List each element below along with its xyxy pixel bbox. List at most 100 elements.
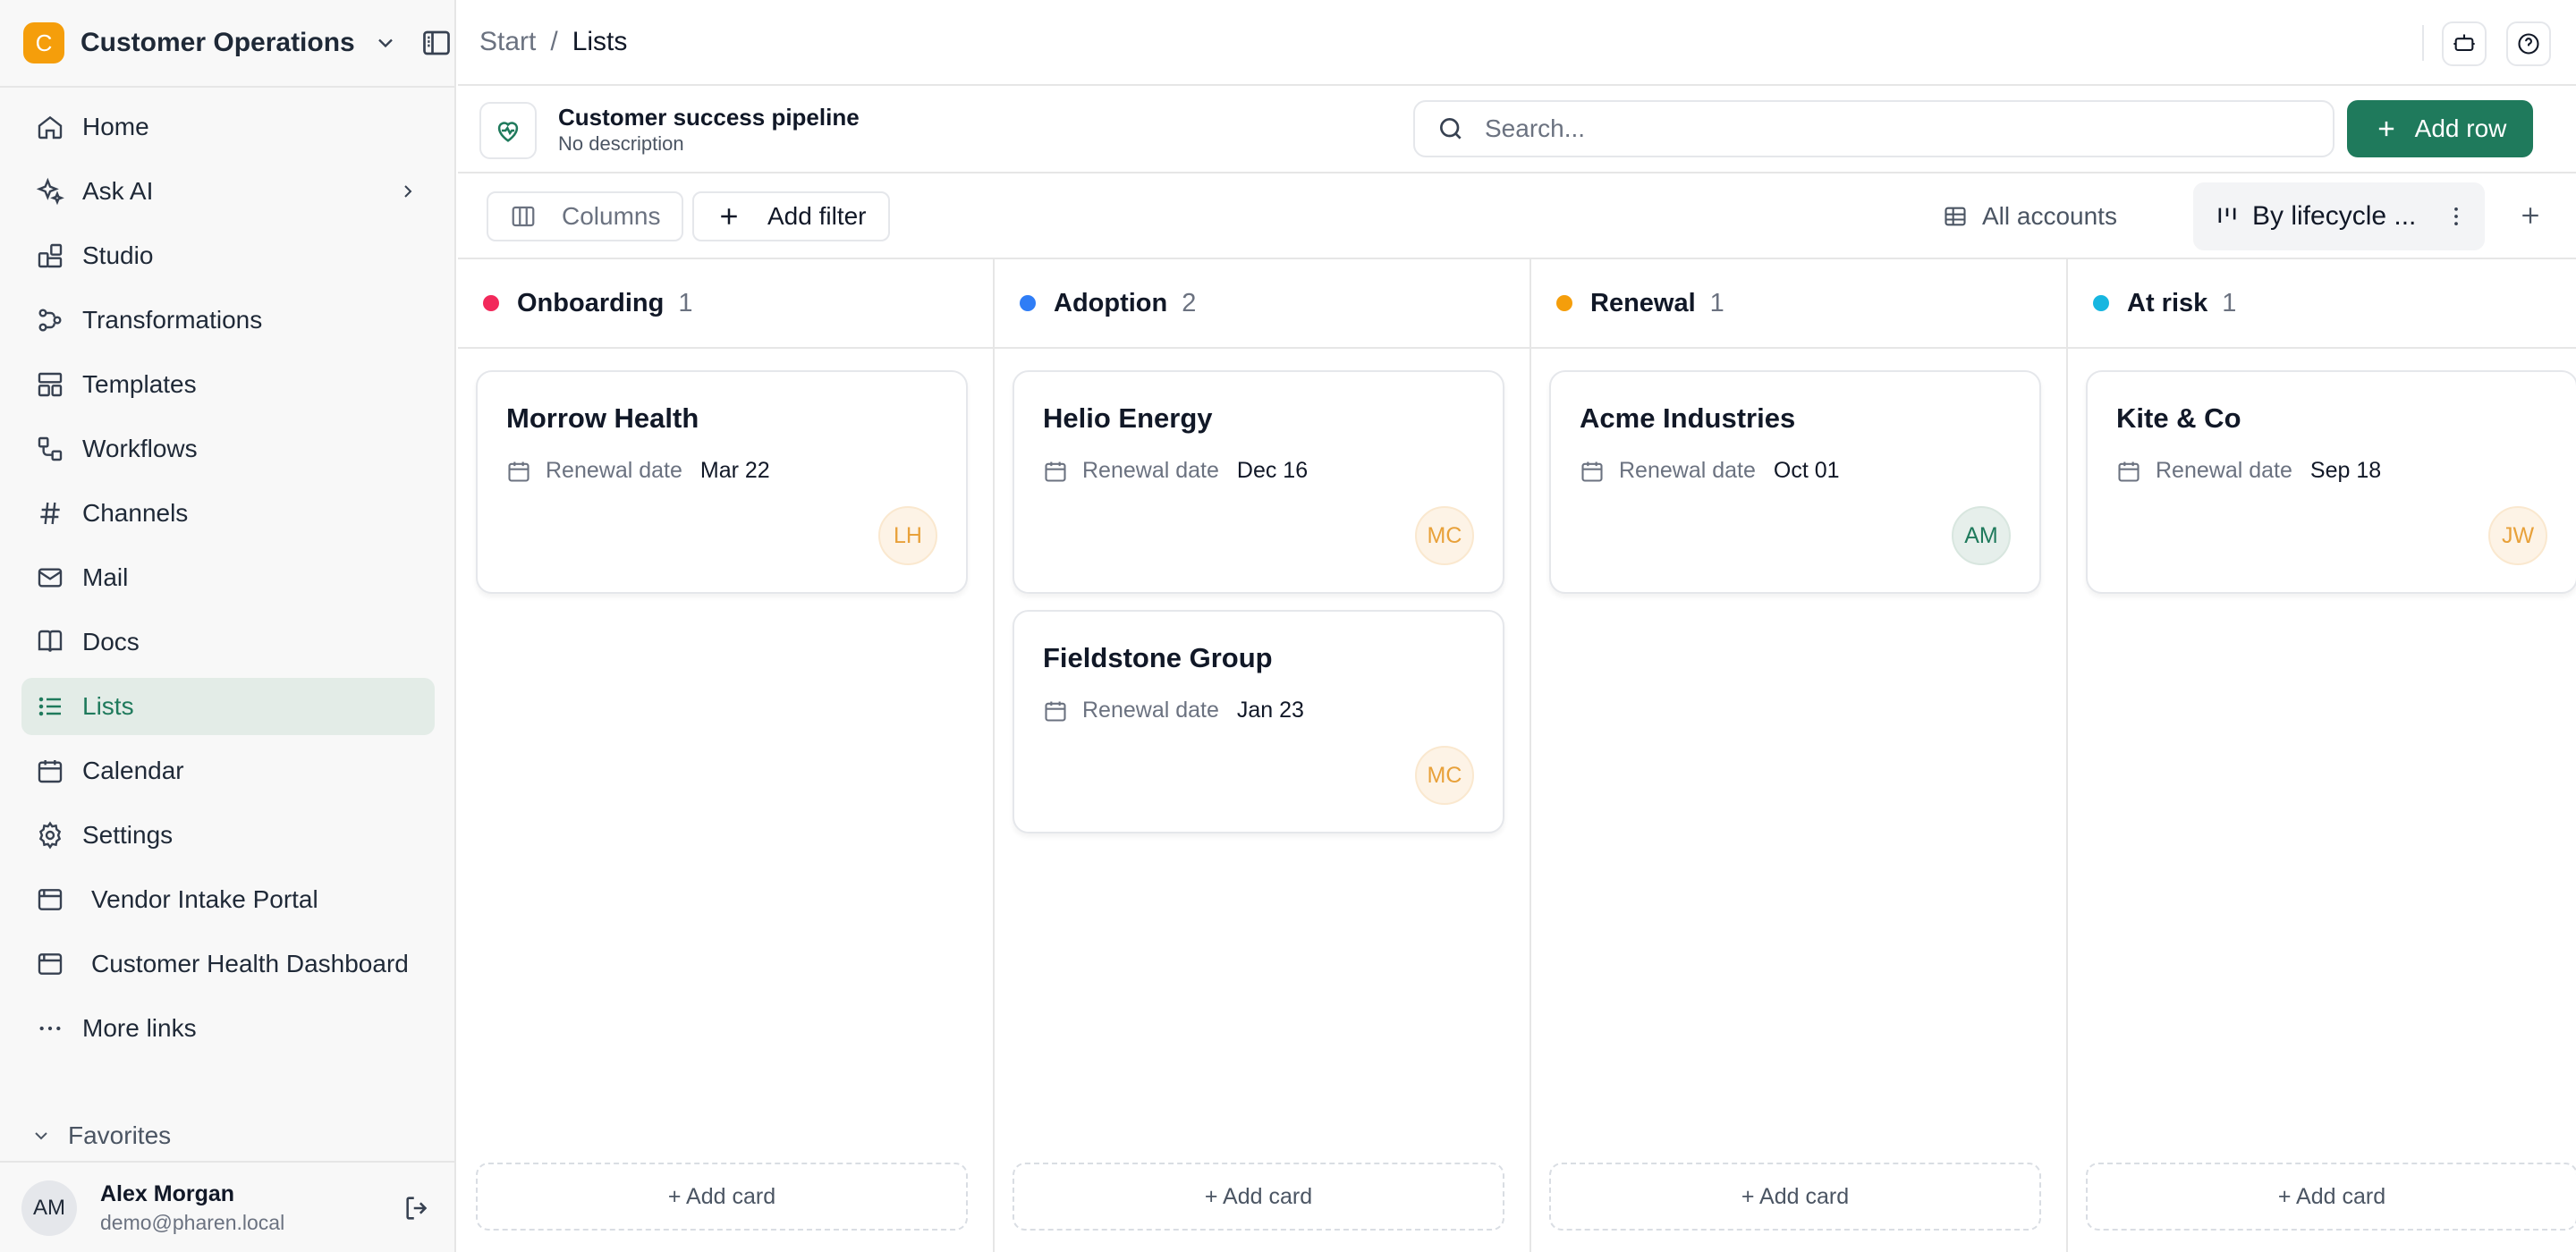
user-name: Alex Morgan [100,1181,235,1206]
sidebar-item-docs[interactable]: Docs [21,613,435,671]
sidebar-item-settings[interactable]: Settings [21,807,435,864]
calendar-icon [1581,461,1603,482]
logout-icon[interactable] [402,1193,433,1223]
view-tab-all-accounts[interactable]: All accounts [1943,195,2117,238]
more-vertical-icon[interactable] [2444,204,2469,229]
help-icon [2518,33,2539,55]
card-meta-value: Sep 18 [2309,458,2382,483]
card-meta-label: Renewal date [1082,698,1219,723]
card-meta-value: Oct 01 [1773,458,1840,483]
avatar[interactable]: AM [21,1180,77,1236]
sidebar-item-label: Settings [82,821,174,849]
sidebar-item-ask-ai[interactable]: Ask AI [21,163,435,220]
card-title: Fieldstone Group [1043,642,1273,673]
card-meta-value: Mar 22 [699,458,770,483]
card-title: Morrow Health [506,402,699,434]
plus-icon [721,208,737,224]
avatar: MC [1415,506,1474,565]
divider [0,86,456,88]
column-count: 1 [1709,288,1724,317]
user-profile: AM Alex Morgan demo@pharen.local [21,1179,433,1238]
sidebar-item-more-links[interactable]: More links [21,1000,435,1057]
sidebar-item-label: Templates [82,370,197,398]
favorites-section-toggle[interactable]: Favorites [30,1121,171,1150]
calendar-icon [38,760,63,783]
add-card-button[interactable]: + Add card [2086,1163,2576,1231]
sidebar-item-channels[interactable]: Channels [21,485,435,542]
column-header: Adoption 2 [995,259,1530,349]
kanban-icon [2218,207,2236,223]
board-column-adoption: Adoption 2 Helio Energy Renewal date Dec… [995,259,1531,1252]
list-title: Customer success pipeline [558,104,860,131]
avatar: MC [1415,746,1474,805]
sidebar-item-label: More links [82,1014,197,1042]
board-card[interactable]: Helio Energy Renewal date Dec 16 MC [1013,370,1504,594]
app-window-icon [38,889,63,910]
board-card[interactable]: Acme Industries Renewal date Oct 01 AM [1549,370,2041,594]
help-button[interactable] [2506,21,2551,66]
sidebar: C Customer Operations Home Ask AI Studio [0,0,456,1252]
calendar-icon [2118,461,2140,482]
add-filter-button[interactable]: Add filter [692,191,890,241]
sidebar-item-templates[interactable]: Templates [21,356,435,413]
add-card-button[interactable]: + Add card [1549,1163,2041,1231]
card-meta-label: Renewal date [1619,458,1756,483]
card-title: Acme Industries [1580,402,1796,434]
sidebar-item-lists[interactable]: Lists [21,678,435,735]
breadcrumb: Start / Lists [479,27,627,57]
board-card[interactable]: Kite & Co Renewal date Sep 18 JW [2086,370,2576,594]
column-count: 2 [1182,288,1197,317]
sidebar-item-label: Customer Health Dashboard [91,950,409,977]
card-meta: Renewal date Sep 18 [2116,458,2381,484]
user-email: demo@pharen.local [100,1211,285,1234]
sidebar-item-mail[interactable]: Mail [21,549,435,606]
list-icon [38,697,61,716]
sidebar-toggle-icon[interactable] [420,27,453,59]
chevron-right-icon [404,185,412,198]
card-meta-value: Jan 23 [1236,698,1304,723]
column-name: Onboarding [517,288,665,317]
sidebar-item-home[interactable]: Home [21,98,435,156]
sidebar-item-customer-health-dashboard[interactable]: Customer Health Dashboard [21,935,435,993]
sidebar-item-transformations[interactable]: Transformations [21,292,435,349]
sidebar-item-label: Workflows [82,435,198,462]
column-count: 1 [678,288,693,317]
avatar: AM [1952,506,2011,565]
card-meta-label: Renewal date [1082,458,1219,483]
board-card[interactable]: Fieldstone Group Renewal date Jan 23 MC [1013,610,1504,833]
workflows-icon [38,436,63,461]
add-row-button[interactable]: Add row [2347,100,2533,157]
search-input[interactable] [1485,114,2290,143]
list-icon-button[interactable] [479,102,537,159]
book-icon [38,630,63,652]
list-description[interactable]: No description [558,132,684,156]
chevron-down-icon [377,38,393,48]
list-toolbar: Columns Add filter All accounts By lifec… [458,173,2576,259]
columns-icon [512,206,535,227]
app-window-icon [38,953,63,975]
heart-pulse-icon [497,122,519,142]
columns-button[interactable]: Columns [487,191,684,241]
board-card[interactable]: Morrow Health Renewal date Mar 22 LH [476,370,968,594]
kanban-board: Onboarding 1 Morrow Health Renewal date … [458,259,2576,1252]
sidebar-item-workflows[interactable]: Workflows [21,420,435,478]
add-view-icon[interactable] [2517,202,2544,229]
view-tab-by-lifecycle[interactable]: By lifecycle ... [2193,182,2485,250]
column-name: Adoption [1054,288,1168,317]
card-title: Helio Energy [1043,402,1213,434]
add-row-label: Add row [2414,114,2507,142]
status-dot [483,295,499,311]
add-card-button[interactable]: + Add card [1013,1163,1504,1231]
sidebar-item-calendar[interactable]: Calendar [21,742,435,799]
calendar-icon [1045,701,1066,722]
assistant-button[interactable] [2442,21,2487,66]
sidebar-item-label: Channels [82,499,189,527]
breadcrumb-root[interactable]: Start [479,27,536,57]
sidebar-item-studio[interactable]: Studio [21,227,435,284]
sidebar-item-vendor-intake-portal[interactable]: Vendor Intake Portal [21,871,435,928]
add-card-button[interactable]: + Add card [476,1163,968,1231]
column-name: Renewal [1590,288,1696,317]
list-header: Customer success pipeline No description… [458,86,2576,173]
app-window: C Customer Operations Home Ask AI Studio [0,0,2576,1252]
workspace-switcher[interactable]: C Customer Operations [23,21,435,64]
